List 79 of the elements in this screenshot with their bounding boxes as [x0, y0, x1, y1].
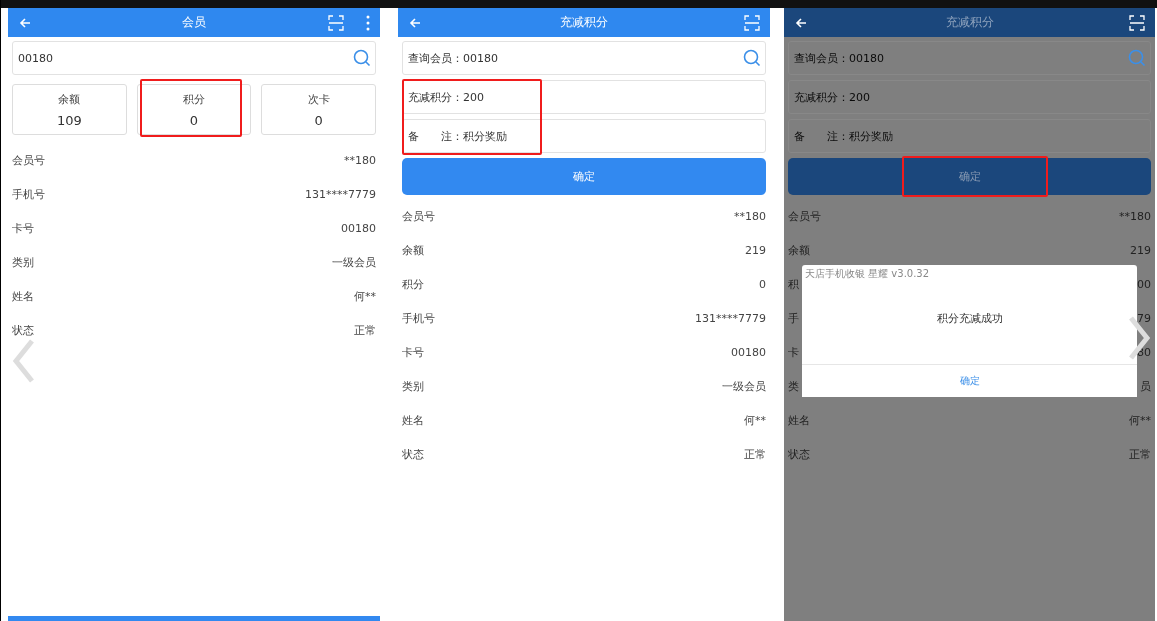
info-label: 手机号 — [402, 310, 435, 326]
info-label: 会员号 — [402, 208, 435, 224]
info-label: 积 — [788, 276, 799, 292]
field-text: 充减积分：200 — [794, 89, 871, 105]
info-label: 余额 — [788, 242, 810, 258]
info-value: 正常 — [744, 446, 766, 462]
info-value: 何** — [744, 412, 766, 428]
info-value: **180 — [1119, 209, 1151, 223]
back-icon[interactable] — [794, 15, 808, 30]
info-value: **180 — [734, 209, 766, 223]
info-label: 姓名 — [788, 412, 810, 428]
info-value: 131****7779 — [305, 187, 376, 201]
stat-card[interactable]: 余额 109 — [12, 84, 127, 135]
search-field[interactable]: 00180 — [12, 41, 376, 75]
stat-label: 次卡 — [307, 91, 330, 107]
info-value: 何** — [354, 288, 376, 304]
confirm-button[interactable]: 确定 — [402, 158, 766, 195]
screen-title: 充减积分 — [560, 14, 608, 31]
info-label: 状态 — [12, 322, 34, 338]
scan-icon[interactable] — [328, 14, 344, 31]
stat-value: 0 — [314, 112, 323, 128]
info-value: 00 — [1137, 277, 1151, 291]
stat-value: 0 — [189, 112, 199, 128]
dialog-message: 积分充减成功 — [936, 311, 1003, 326]
info-label: 状态 — [402, 446, 424, 462]
info-value: 219 — [1130, 243, 1151, 257]
info-label: 状态 — [788, 446, 810, 462]
info-value: **180 — [344, 153, 376, 167]
dialog-title: 天店手机收银 星耀 v3.0.32 — [805, 267, 930, 281]
info-label: 姓名 — [12, 288, 34, 304]
info-label: 积分 — [402, 276, 424, 292]
info-label: 类别 — [12, 254, 34, 270]
stat-label: 余额 — [58, 91, 81, 107]
info-value: 79 — [1137, 311, 1151, 325]
info-value: 一级会员 — [332, 254, 376, 270]
field-text: 备 注：积分奖励 — [408, 128, 508, 144]
info-value: 131****7779 — [695, 311, 766, 325]
info-value: 00180 — [341, 221, 376, 235]
dialog-ok-button[interactable]: 确定 — [802, 364, 1137, 397]
info-value: 00180 — [731, 345, 766, 359]
stat-label: 积分 — [183, 91, 205, 107]
stat-card[interactable]: 次卡 0 — [261, 84, 376, 135]
info-label: 会员号 — [12, 152, 45, 168]
info-label: 姓名 — [402, 412, 424, 428]
menu-icon[interactable] — [366, 14, 370, 31]
field-text: 查询会员：00180 — [794, 50, 885, 66]
screen-title: 会员 — [182, 14, 206, 31]
info-label: 手 — [788, 310, 799, 326]
field-text: 查询会员：00180 — [408, 50, 499, 66]
scan-icon[interactable] — [1129, 14, 1145, 31]
info-value: 何** — [1129, 412, 1151, 428]
input-field[interactable]: 充减积分：200 — [788, 80, 1151, 114]
input-field[interactable]: 备 注：积分奖励 — [402, 119, 766, 153]
search-icon[interactable] — [743, 49, 761, 67]
info-value: 员 — [1140, 378, 1151, 394]
screen-title: 充减积分 — [945, 14, 994, 31]
info-label: 会员号 — [788, 208, 821, 224]
info-label: 卡号 — [402, 344, 424, 360]
info-value: 正常 — [354, 322, 376, 338]
info-label: 卡号 — [12, 220, 34, 236]
stat-value: 109 — [56, 112, 82, 128]
info-value: 0 — [759, 277, 766, 291]
search-icon[interactable] — [353, 49, 371, 67]
input-field[interactable]: 备 注：积分奖励 — [788, 119, 1151, 153]
field-text: 备 注：积分奖励 — [794, 128, 894, 144]
field-text: 充减积分：200 — [408, 89, 485, 105]
chevron-right-icon[interactable] — [1127, 315, 1151, 361]
info-label: 手机号 — [12, 186, 45, 202]
info-label: 卡 — [788, 344, 799, 360]
scan-icon[interactable] — [744, 14, 760, 31]
info-value: 正常 — [1129, 446, 1151, 462]
info-value: 一级会员 — [722, 378, 766, 394]
info-label: 类 — [788, 378, 799, 394]
info-label: 余额 — [402, 242, 424, 258]
info-label: 类别 — [402, 378, 424, 394]
input-field[interactable]: 充减积分：200 — [402, 80, 766, 114]
search-field[interactable]: 查询会员：00180 — [402, 41, 766, 75]
info-value: 219 — [745, 243, 766, 257]
search-field[interactable]: 查询会员：00180 — [788, 41, 1151, 75]
